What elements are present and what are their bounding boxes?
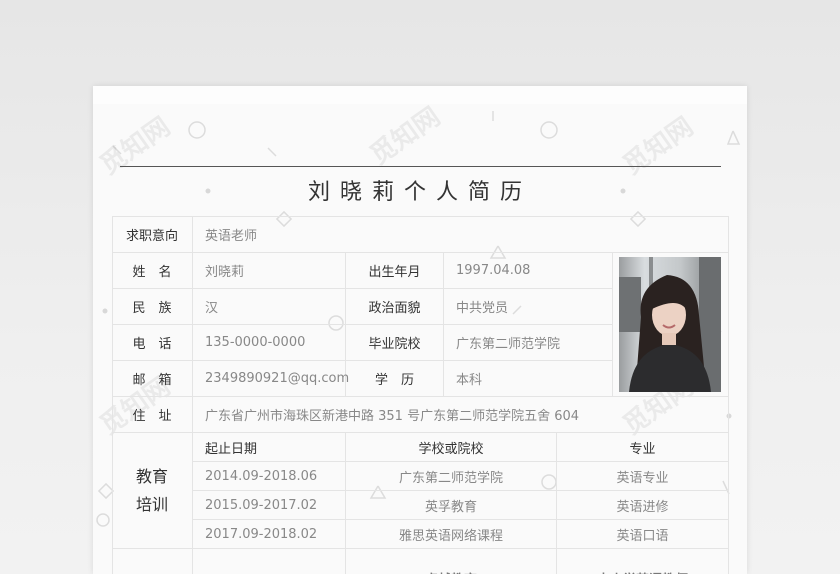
school-value: 广东第二师范学院	[444, 325, 613, 361]
table-row-date: 2017.09-2018.02	[193, 520, 346, 549]
email-label: 邮 箱	[112, 361, 193, 397]
degree-label: 学 历	[346, 361, 444, 397]
edu-header-date: 起止日期	[193, 433, 346, 462]
birth-label: 出生年月	[346, 253, 444, 289]
table-row-major: 英语口语	[557, 520, 729, 549]
table-row-school: 英孚教育	[346, 491, 557, 520]
work-row-date: 2017.02-2018.01	[193, 549, 346, 574]
work-label-cell	[112, 549, 193, 574]
edu-header-major: 专业	[557, 433, 729, 462]
school-label: 毕业院校	[346, 325, 444, 361]
education-label-line1: 教育	[135, 466, 168, 486]
education-label: 教育 培训	[112, 433, 193, 549]
name-value: 刘晓莉	[193, 253, 346, 289]
table-row-date: 2014.09-2018.06	[193, 462, 346, 491]
political-value: 中共党员	[444, 289, 613, 325]
ethnicity-label: 民 族	[112, 289, 193, 325]
phone-value: 135-0000-0000	[193, 325, 346, 361]
table-row-school: 雅思英语网络课程	[346, 520, 557, 549]
name-label: 姓 名	[112, 253, 193, 289]
table-row-date: 2015.09-2017.02	[193, 491, 346, 520]
profile-photo	[619, 257, 721, 392]
email-value: 2349890921@qq.com	[193, 361, 349, 397]
edu-header-school: 学校或院校	[346, 433, 557, 462]
work-row-role: 中小学英语教师	[557, 549, 729, 574]
address-value: 广东省广州市海珠区新港中路 351 号广东第二师范学院五舍 604	[193, 397, 729, 433]
ethnicity-value: 汉	[193, 289, 346, 325]
resume-title: 刘晓莉个人简历	[307, 180, 532, 205]
title-rule	[120, 166, 721, 167]
work-row-org: 卓越教育	[346, 549, 557, 574]
resume-page: 觅知网 觅知网 觅知网 觅知网 觅知网 刘晓莉个人简历 求职意向 英语老师 姓 …	[93, 86, 747, 574]
job-intention-label: 求职意向	[112, 217, 193, 253]
degree-value: 本科	[444, 361, 613, 397]
photo-cell	[613, 253, 729, 397]
political-label: 政治面貌	[346, 289, 444, 325]
phone-label: 电 话	[112, 325, 193, 361]
table-row-school: 广东第二师范学院	[346, 462, 557, 491]
table-row-major: 英语进修	[557, 491, 729, 520]
table-row-major: 英语专业	[557, 462, 729, 491]
address-label: 住 址	[112, 397, 193, 433]
birth-value: 1997.04.08	[444, 253, 613, 289]
education-label-line2: 培训	[135, 494, 168, 514]
job-intention-value: 英语老师	[193, 217, 729, 253]
